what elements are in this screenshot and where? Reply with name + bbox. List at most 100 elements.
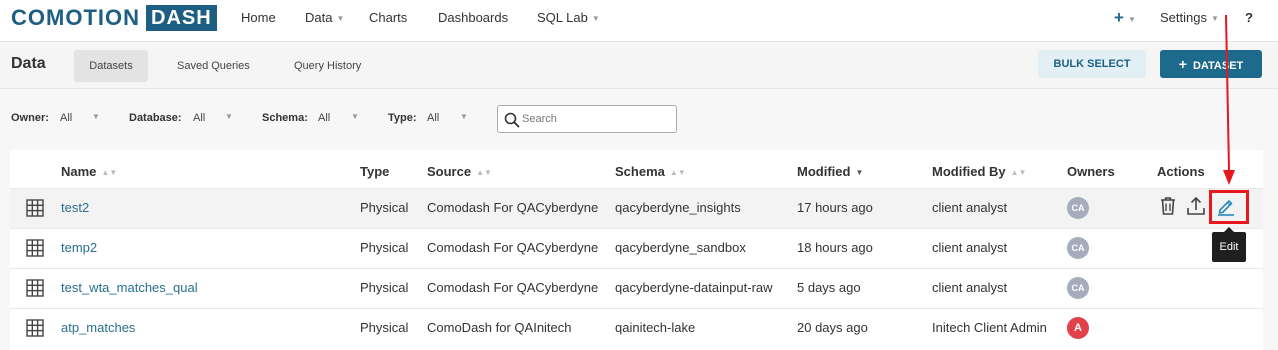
filter-schema-select[interactable]: All (318, 112, 330, 124)
dataset-modified: 18 hours ago (797, 240, 873, 255)
page-subheader: Data Datasets Saved Queries Query Histor… (0, 43, 1278, 89)
table-row[interactable]: test2 Physical Comodash For QACyberdyne … (10, 188, 1263, 228)
column-header-actions: Actions (1157, 164, 1205, 179)
column-header-modified-by[interactable]: Modified By ▲▼ (932, 164, 1027, 179)
top-navbar: COMOTION DASH Home Data ▼ Charts Dashboar… (0, 0, 1278, 42)
column-header-name[interactable]: Name ▲▼ (61, 164, 117, 179)
dataset-schema: qacyberdyne-datainput-raw (615, 280, 773, 295)
dataset-type: Physical (360, 320, 409, 335)
filter-owner-select[interactable]: All (60, 112, 72, 124)
tab-query-history[interactable]: Query History (279, 50, 376, 82)
table-row[interactable]: test_wta_matches_qual Physical Comodash … (10, 268, 1263, 308)
nav-item-label: Home (241, 10, 276, 25)
nav-item-label: Charts (369, 10, 408, 25)
dataset-type: Physical (360, 200, 409, 215)
owner-avatar[interactable]: CA (1067, 237, 1089, 259)
nav-item-charts[interactable]: Charts (369, 0, 407, 36)
edit-tooltip: Edit (1212, 227, 1246, 262)
nav-item-label: Data (305, 10, 333, 25)
chevron-down-icon[interactable]: ▼ (225, 112, 233, 121)
dataset-table-icon (26, 199, 44, 217)
dataset-modified: 17 hours ago (797, 200, 873, 215)
dataset-name-link[interactable]: test2 (61, 200, 89, 215)
dataset-source: Comodash For QACyberdyne (427, 240, 599, 255)
filter-schema-label: Schema: (262, 112, 308, 124)
nav-item-sql-lab[interactable]: SQL Lab ▼ (537, 0, 600, 36)
dataset-source: ComoDash for QAInitech (427, 320, 572, 335)
dataset-schema: qainitech-lake (615, 320, 696, 335)
sort-icon: ▲▼ (101, 168, 118, 177)
column-header-type: Type (360, 164, 390, 179)
sort-desc-icon: ▼ (855, 168, 864, 177)
dataset-modified: 20 days ago (797, 320, 868, 335)
filter-database-select[interactable]: All (193, 112, 205, 124)
dataset-table-icon (26, 319, 44, 337)
chevron-down-icon: ▼ (591, 14, 600, 23)
dataset-name-link[interactable]: test_wta_matches_qual (61, 280, 198, 295)
filter-type-label: Type: (388, 112, 417, 124)
dataset-modified-by: client analyst (932, 200, 1008, 215)
chevron-down-icon: ▼ (1127, 15, 1136, 24)
search-icon (504, 112, 520, 128)
brand-name-part1: COMOTION (11, 5, 140, 30)
add-dataset-label: DATASET (1192, 60, 1244, 72)
dataset-modified-by: Initech Client Admin (932, 320, 1047, 335)
page-title: Data (11, 55, 46, 72)
owner-avatar[interactable]: CA (1067, 197, 1089, 219)
annotation-highlight-box (1209, 190, 1249, 224)
brand-name-part2: DASH (146, 5, 217, 31)
dataset-source: Comodash For QACyberdyne (427, 280, 599, 295)
tab-saved-queries[interactable]: Saved Queries (162, 50, 265, 82)
nav-item-home[interactable]: Home (241, 0, 276, 36)
dataset-source: Comodash For QACyberdyne (427, 200, 599, 215)
dataset-modified: 5 days ago (797, 280, 861, 295)
chevron-down-icon[interactable]: ▼ (460, 112, 468, 121)
search-field[interactable] (497, 105, 677, 133)
chevron-down-icon[interactable]: ▼ (351, 112, 359, 121)
filter-database-label: Database: (129, 112, 182, 124)
dataset-table-icon (26, 239, 44, 257)
dataset-table-icon (26, 279, 44, 297)
column-header-schema[interactable]: Schema ▲▼ (615, 164, 686, 179)
dataset-modified-by: client analyst (932, 280, 1008, 295)
upload-icon[interactable] (1186, 196, 1206, 216)
filter-owner-label: Owner: (11, 112, 49, 124)
dataset-type: Physical (360, 280, 409, 295)
column-header-modified[interactable]: Modified ▼ (797, 164, 863, 179)
nav-item-label: Dashboards (438, 10, 509, 25)
dataset-modified-by: client analyst (932, 240, 1008, 255)
chevron-down-icon[interactable]: ▼ (92, 112, 100, 121)
settings-label: Settings (1160, 10, 1207, 25)
dataset-name-link[interactable]: atp_matches (61, 320, 135, 335)
table-row[interactable]: atp_matches Physical ComoDash for QAInit… (10, 308, 1263, 348)
sort-icon: ▲▼ (669, 168, 686, 177)
nav-item-data[interactable]: Data ▼ (305, 0, 344, 36)
plus-icon: + (1178, 56, 1187, 72)
dataset-name-link[interactable]: temp2 (61, 240, 97, 255)
filter-type-select[interactable]: All (427, 112, 439, 124)
sort-icon: ▲▼ (476, 168, 492, 177)
chevron-down-icon: ▼ (336, 14, 345, 23)
add-dataset-button[interactable]: + DATASET (1160, 50, 1262, 78)
plus-icon: + (1114, 8, 1124, 27)
dataset-schema: qacyberdyne_insights (615, 200, 741, 215)
nav-item-label: SQL Lab (537, 10, 588, 25)
bulk-select-button[interactable]: BULK SELECT (1038, 50, 1146, 78)
owner-avatar[interactable]: A (1067, 317, 1089, 339)
tab-datasets[interactable]: Datasets (74, 50, 148, 82)
add-new-menu[interactable]: + ▼ (1114, 0, 1136, 36)
owner-avatar[interactable]: CA (1067, 277, 1089, 299)
sort-icon: ▲▼ (1010, 168, 1027, 177)
column-header-source[interactable]: Source ▲▼ (427, 164, 492, 179)
settings-menu[interactable]: Settings ▼ (1160, 0, 1219, 36)
help-button[interactable]: ? (1245, 0, 1253, 36)
dataset-type: Physical (360, 240, 409, 255)
search-input[interactable] (522, 110, 672, 128)
brand-logo[interactable]: COMOTION DASH (11, 5, 217, 31)
chevron-down-icon: ▼ (1210, 14, 1219, 23)
nav-item-dashboards[interactable]: Dashboards (438, 0, 508, 36)
column-header-owners: Owners (1067, 164, 1115, 179)
trash-icon[interactable] (1159, 196, 1177, 216)
table-row[interactable]: temp2 Physical Comodash For QACyberdyne … (10, 228, 1263, 268)
dataset-schema: qacyberdyne_sandbox (615, 240, 746, 255)
